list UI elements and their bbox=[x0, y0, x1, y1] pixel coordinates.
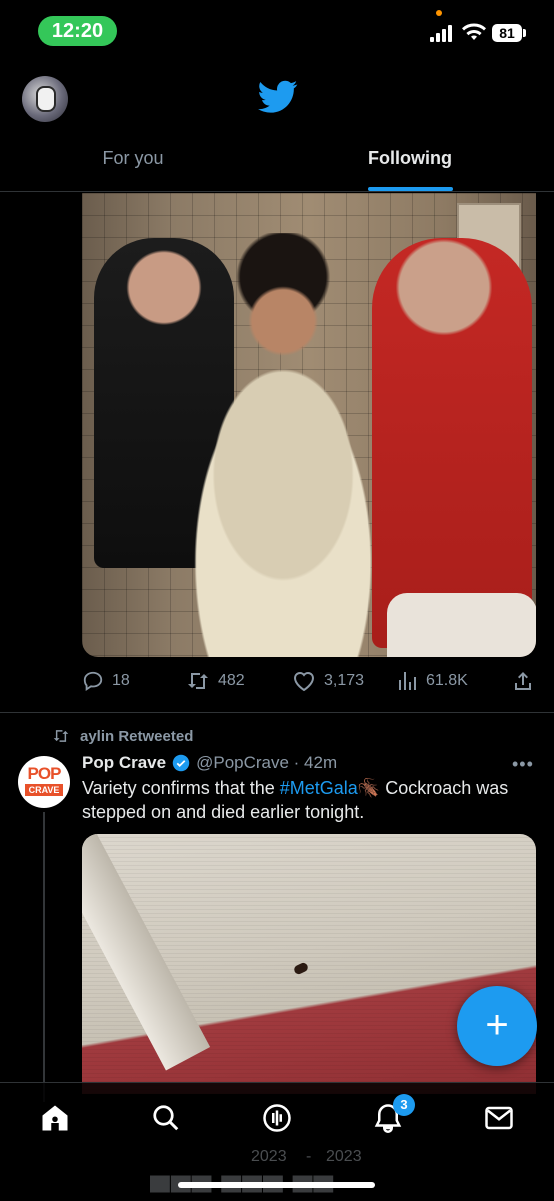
tweet-photo-met-gala-group[interactable] bbox=[82, 193, 536, 657]
status-time: 12:20 bbox=[38, 16, 117, 46]
pop-crave-avatar[interactable]: POP CRAVE bbox=[18, 756, 70, 808]
views-count: 61.8K bbox=[426, 672, 468, 689]
messages-envelope-icon[interactable] bbox=[484, 1103, 514, 1133]
notifications-badge: 3 bbox=[393, 1094, 415, 1116]
retweet-small-icon bbox=[53, 730, 69, 742]
home-indicator[interactable] bbox=[178, 1182, 375, 1188]
compose-tweet-button[interactable]: + bbox=[457, 986, 537, 1066]
battery-level: 81 bbox=[492, 24, 522, 42]
hashtag-metgala[interactable]: #MetGala bbox=[280, 778, 358, 798]
reply-button[interactable]: 18 bbox=[82, 668, 130, 694]
avatar-logo-crave: CRAVE bbox=[25, 784, 63, 796]
tweet-text: Variety confirms that the #MetGala🪳 Cock… bbox=[82, 776, 522, 824]
tweet-action-bar: 18 482 3,173 61.8K bbox=[82, 668, 542, 694]
wifi-icon bbox=[462, 23, 486, 40]
author-name[interactable]: Pop Crave bbox=[82, 753, 166, 773]
tab-for-you[interactable]: For you bbox=[90, 148, 176, 169]
tab-following[interactable]: Following bbox=[360, 148, 460, 169]
bleed-separator: - bbox=[306, 1148, 312, 1165]
views-button[interactable]: 61.8K bbox=[398, 668, 468, 694]
timeline-header: For you Following bbox=[0, 60, 554, 192]
heart-icon bbox=[293, 672, 315, 692]
battery-tip bbox=[523, 29, 526, 37]
spaces-icon[interactable] bbox=[262, 1103, 292, 1133]
retweet-count: 482 bbox=[218, 672, 245, 689]
reply-count: 18 bbox=[112, 672, 130, 689]
bleed-year-right: 2023 bbox=[326, 1148, 362, 1165]
search-icon[interactable] bbox=[151, 1103, 181, 1133]
retweet-icon bbox=[188, 673, 208, 689]
header-divider bbox=[0, 191, 554, 192]
retweet-button[interactable]: 482 bbox=[186, 668, 245, 694]
home-icon[interactable] bbox=[40, 1103, 70, 1133]
reply-icon bbox=[83, 671, 103, 691]
verified-badge-icon bbox=[172, 754, 190, 772]
bleed-year-left: 2023 bbox=[251, 1148, 287, 1165]
profile-avatar[interactable] bbox=[22, 76, 68, 122]
tweet-photo-cockroach[interactable] bbox=[82, 834, 536, 1094]
twitter-bird-icon[interactable] bbox=[258, 80, 298, 114]
share-button[interactable] bbox=[512, 668, 534, 694]
photo-person-center bbox=[122, 233, 432, 657]
retweeted-by-text: aylin Retweeted bbox=[80, 727, 194, 745]
avatar-logo-pop: POP bbox=[27, 764, 62, 783]
privacy-indicator-dot bbox=[436, 10, 442, 16]
more-options-icon[interactable]: ••• bbox=[512, 754, 534, 775]
like-count: 3,173 bbox=[324, 672, 365, 689]
tweet-text-before: Variety confirms that the bbox=[82, 778, 280, 798]
hashtag-emoji: 🪳 bbox=[357, 778, 381, 798]
cellular-signal-icon bbox=[430, 24, 456, 42]
like-button[interactable]: 3,173 bbox=[292, 668, 364, 694]
photo-sink bbox=[387, 593, 536, 657]
tweet-author-row: Pop Crave @PopCrave · 42m bbox=[82, 752, 337, 774]
views-icon bbox=[399, 672, 416, 690]
author-handle-time[interactable]: @PopCrave · 42m bbox=[196, 753, 337, 773]
retweeted-by-line[interactable]: aylin Retweeted bbox=[52, 726, 193, 746]
thread-line bbox=[43, 812, 45, 1102]
share-icon bbox=[515, 672, 531, 690]
tweet-divider bbox=[0, 712, 554, 713]
status-bar: 12:20 81 bbox=[0, 0, 554, 60]
